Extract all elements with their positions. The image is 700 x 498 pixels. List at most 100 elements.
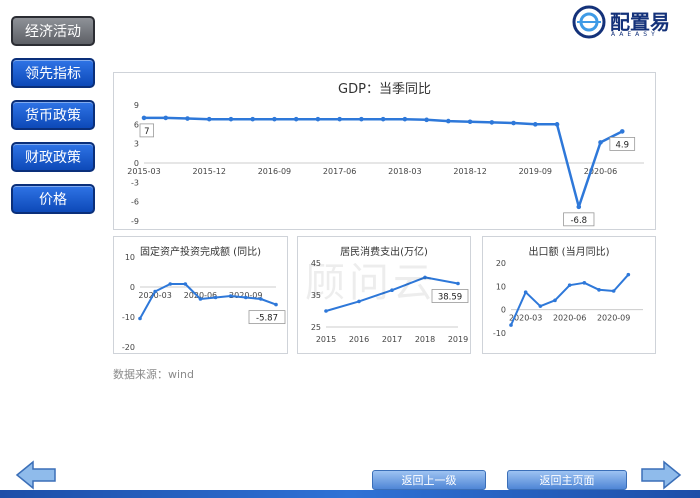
data-point [567,283,572,287]
data-point [402,116,408,122]
data-point [598,140,603,145]
y-tick-label: -20 [122,343,135,352]
data-label: -5.87 [256,314,278,324]
series-line [144,116,623,209]
y-tick-label: -10 [122,313,135,322]
data-point [424,117,429,123]
nav-label: 领先指标 [25,66,81,82]
y-tick-label: -6 [131,198,139,207]
y-tick-label: 0 [130,283,135,292]
data-point [141,115,147,121]
gdp-chart-panel: GDP：当季同比 9 6 3 0 -3 -6 -9 2015-03 2015-12 2016-09 2… [113,72,656,230]
data-point [380,116,386,122]
nav-leading-indicators[interactable]: 领先指标 [11,58,95,88]
data-label: 38.59 [438,293,462,303]
data-point [206,116,212,122]
data-point [626,272,631,277]
watermark: 顾问云 [305,260,437,306]
nav-label: 价格 [39,192,67,208]
data-point [198,297,203,301]
chart-title: 固定资产投资完成额 (同比) [140,245,261,258]
data-point [597,288,601,292]
data-point [315,116,321,122]
export-chart-panel: 出口额 (当月同比) 20 10 0 -10 2020-03 2020-06 2020-09 [482,236,656,354]
x-tick-label: 2018-12 [453,167,486,176]
data-point [324,309,328,313]
x-tick-label: 2019 [448,335,468,344]
y-tick-label: 3 [134,140,139,149]
data-point [293,116,299,122]
home-button-label: 返回主页面 [539,474,595,487]
data-point [168,282,173,286]
chart-title: GDP：当季同比 [338,82,431,97]
data-point [467,119,473,125]
x-tick-label: 2017-06 [323,167,356,176]
data-label: 7 [144,127,149,137]
next-arrow-icon[interactable] [640,460,682,490]
nav-label: 货币政策 [25,108,81,124]
data-point [523,290,528,294]
nav-economic-activity[interactable]: 经济活动 [11,16,95,46]
x-tick-label: 2018-03 [388,167,421,176]
x-tick-label: 2015-03 [127,167,160,176]
gdp-chart: GDP：当季同比9630-3-6-92015-03 2015-12 2016-09 2… [127,82,644,227]
chart-title: 出口额 (当月同比) [529,245,610,258]
home-button[interactable]: 返回主页面 [507,470,627,490]
data-point [228,116,234,122]
fai-chart-panel: 固定资产投资完成额 (同比) 10 0 -10 -20 2020-03 2020-06 202… [113,236,288,354]
data-point [243,295,248,300]
x-tick-label: 2017 [382,335,402,344]
data-point [153,289,157,294]
y-tick-label: 10 [125,253,135,262]
prev-arrow-icon[interactable] [15,460,57,490]
y-tick-label: 9 [134,101,139,110]
nav-label: 经济活动 [25,24,81,40]
data-point [489,120,495,125]
data-point [611,289,616,293]
data-point [509,323,513,327]
data-point [183,282,188,286]
y-tick-label: -9 [131,217,139,226]
y-tick-label: 10 [496,282,506,291]
data-label: 4.9 [615,140,629,150]
x-tick-label: 2015-12 [192,167,225,176]
x-tick-label: 2019-09 [519,167,552,176]
data-point [259,297,263,301]
nav-fiscal-policy[interactable]: 财政政策 [11,142,95,172]
data-point [582,281,587,285]
nav-monetary-policy[interactable]: 货币政策 [11,100,95,130]
data-label: -6.8 [570,216,587,226]
back-button-label: 返回上一级 [401,474,457,487]
data-point [228,294,233,298]
x-tick-label: 2020-09 [597,314,630,323]
data-point [554,122,560,127]
data-source: 数据来源：wind [113,368,195,381]
data-point [538,304,543,308]
nav-label: 财政政策 [25,150,81,166]
x-tick-label: 2018 [415,335,435,344]
y-tick-label: 6 [134,120,139,129]
data-point [138,316,142,321]
logo-icon [572,5,606,39]
data-point [359,116,364,122]
data-point [272,116,277,122]
data-point [213,295,218,300]
fai-chart: 固定资产投资完成额 (同比)100-10-202020-03 2020-06 202… [122,245,286,352]
data-point [533,122,538,127]
export-chart: 出口额 (当月同比)20100-102020-03 2020-06 2020-09 [493,245,643,338]
y-tick-label: 20 [496,259,506,268]
y-tick-label: -3 [131,178,139,187]
y-tick-label: 0 [501,306,506,315]
data-point [250,116,255,122]
data-point [511,120,516,126]
y-tick-label: -10 [493,329,506,338]
data-point [274,302,278,307]
data-point [576,204,582,210]
x-tick-label: 2016 [349,335,369,344]
data-point [456,281,460,286]
nav-price[interactable]: 价格 [11,184,95,214]
y-tick-label: 25 [311,323,321,332]
logo-subtitle: AAEASY [611,31,659,38]
back-button[interactable]: 返回上一级 [372,470,486,490]
x-tick-label: 2015 [316,335,336,344]
